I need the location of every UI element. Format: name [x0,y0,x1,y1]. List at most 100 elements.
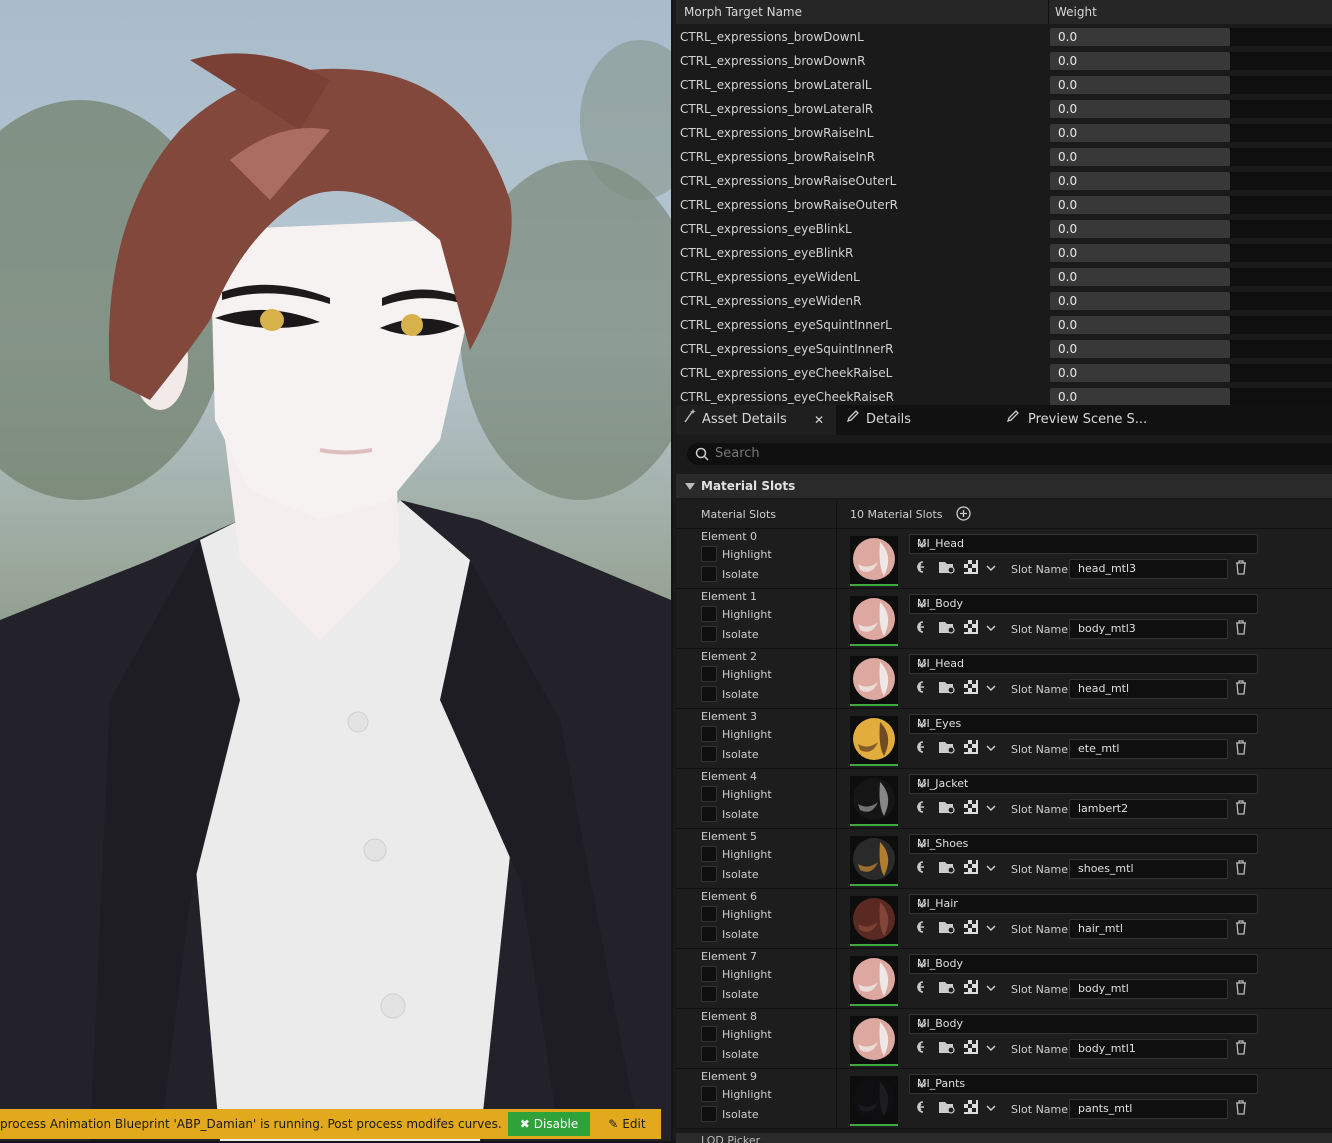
weight-input[interactable]: 0.0 [1050,292,1230,310]
browse-folder-icon[interactable] [938,800,956,817]
material-thumbnail[interactable] [850,896,898,946]
weight-input[interactable]: 0.0 [1050,364,1230,382]
weight-input[interactable]: 0.0 [1050,244,1230,262]
highlight-checkbox[interactable] [701,726,717,742]
trash-icon[interactable] [1234,979,1248,998]
highlight-checkbox[interactable] [701,1086,717,1102]
isolate-checkbox[interactable] [701,566,717,582]
weight-input[interactable]: 0.0 [1050,196,1230,214]
checker-icon[interactable] [964,920,978,937]
highlight-checkbox[interactable] [701,786,717,802]
trash-icon[interactable] [1234,859,1248,878]
material-dropdown[interactable]: MI_Body [909,594,1258,614]
edit-button[interactable]: ✎ Edit [596,1114,657,1134]
material-dropdown[interactable]: MI_Body [909,954,1258,974]
use-selected-icon[interactable] [914,980,930,997]
browse-folder-icon[interactable] [938,560,956,577]
chevron-down-icon[interactable] [986,1042,996,1055]
slot-name-input[interactable]: body_mtl [1069,979,1228,999]
weight-input[interactable]: 0.0 [1050,340,1230,358]
slot-name-input[interactable]: pants_mtl [1069,1099,1228,1119]
weight-input[interactable]: 0.0 [1050,52,1230,70]
slot-name-input[interactable]: lambert2 [1069,799,1228,819]
trash-icon[interactable] [1234,1099,1248,1118]
weight-input[interactable]: 0.0 [1050,316,1230,334]
isolate-checkbox[interactable] [701,1106,717,1122]
weight-input[interactable]: 0.0 [1050,76,1230,94]
trash-icon[interactable] [1234,1039,1248,1058]
highlight-checkbox[interactable] [701,1026,717,1042]
material-dropdown[interactable]: MI_Pants [909,1074,1258,1094]
material-thumbnail[interactable] [850,536,898,586]
highlight-checkbox[interactable] [701,546,717,562]
isolate-checkbox[interactable] [701,866,717,882]
highlight-checkbox[interactable] [701,666,717,682]
trash-icon[interactable] [1234,919,1248,938]
use-selected-icon[interactable] [914,1100,930,1117]
trash-icon[interactable] [1234,739,1248,758]
add-slot-icon[interactable] [956,506,971,524]
checker-icon[interactable] [964,620,978,637]
trash-icon[interactable] [1234,799,1248,818]
weight-input[interactable]: 0.0 [1050,268,1230,286]
use-selected-icon[interactable] [914,860,930,877]
weight-input[interactable]: 0.0 [1050,172,1230,190]
chevron-down-icon[interactable] [986,982,996,995]
slot-name-input[interactable]: ete_mtl [1069,739,1228,759]
weight-input[interactable]: 0.0 [1050,28,1230,46]
use-selected-icon[interactable] [914,740,930,757]
checker-icon[interactable] [964,560,978,577]
material-thumbnail[interactable] [850,1076,898,1126]
chevron-down-icon[interactable] [986,862,996,875]
material-thumbnail[interactable] [850,656,898,706]
material-thumbnail[interactable] [850,956,898,1006]
tab-details[interactable]: Details [846,405,911,435]
highlight-checkbox[interactable] [701,966,717,982]
isolate-checkbox[interactable] [701,626,717,642]
highlight-checkbox[interactable] [701,606,717,622]
browse-folder-icon[interactable] [938,1040,956,1057]
material-dropdown[interactable]: MI_Head [909,654,1258,674]
chevron-down-icon[interactable] [986,562,996,575]
material-dropdown[interactable]: MI_Jacket [909,774,1258,794]
material-thumbnail[interactable] [850,776,898,826]
col-morph-name[interactable]: Morph Target Name [676,0,1049,24]
isolate-checkbox[interactable] [701,1046,717,1062]
material-dropdown[interactable]: MI_Eyes [909,714,1258,734]
isolate-checkbox[interactable] [701,986,717,1002]
material-dropdown[interactable]: MI_Body [909,1014,1258,1034]
material-thumbnail[interactable] [850,836,898,886]
material-dropdown[interactable]: MI_Head [909,534,1258,554]
slot-name-input[interactable]: body_mtl1 [1069,1039,1228,1059]
checker-icon[interactable] [964,1100,978,1117]
use-selected-icon[interactable] [914,680,930,697]
weight-input[interactable]: 0.0 [1050,100,1230,118]
slot-name-input[interactable]: hair_mtl [1069,919,1228,939]
browse-folder-icon[interactable] [938,620,956,637]
lod-picker-header[interactable]: LOD Picker [676,1133,1332,1143]
tab-preview-scene[interactable]: Preview Scene S... [1006,405,1147,435]
slot-name-input[interactable]: head_mtl3 [1069,559,1228,579]
disable-button[interactable]: ✖ Disable [507,1112,591,1136]
browse-folder-icon[interactable] [938,920,956,937]
checker-icon[interactable] [964,860,978,877]
use-selected-icon[interactable] [914,560,930,577]
weight-input[interactable]: 0.0 [1050,124,1230,142]
checker-icon[interactable] [964,980,978,997]
slot-name-input[interactable]: head_mtl [1069,679,1228,699]
search-input[interactable]: Search [687,443,1332,465]
isolate-checkbox[interactable] [701,746,717,762]
chevron-down-icon[interactable] [986,1102,996,1115]
chevron-down-icon[interactable] [986,622,996,635]
material-thumbnail[interactable] [850,1016,898,1066]
highlight-checkbox[interactable] [701,906,717,922]
isolate-checkbox[interactable] [701,806,717,822]
weight-input[interactable]: 0.0 [1050,148,1230,166]
chevron-down-icon[interactable] [986,742,996,755]
slot-name-input[interactable]: shoes_mtl [1069,859,1228,879]
use-selected-icon[interactable] [914,620,930,637]
checker-icon[interactable] [964,680,978,697]
trash-icon[interactable] [1234,559,1248,578]
isolate-checkbox[interactable] [701,926,717,942]
chevron-down-icon[interactable] [986,802,996,815]
